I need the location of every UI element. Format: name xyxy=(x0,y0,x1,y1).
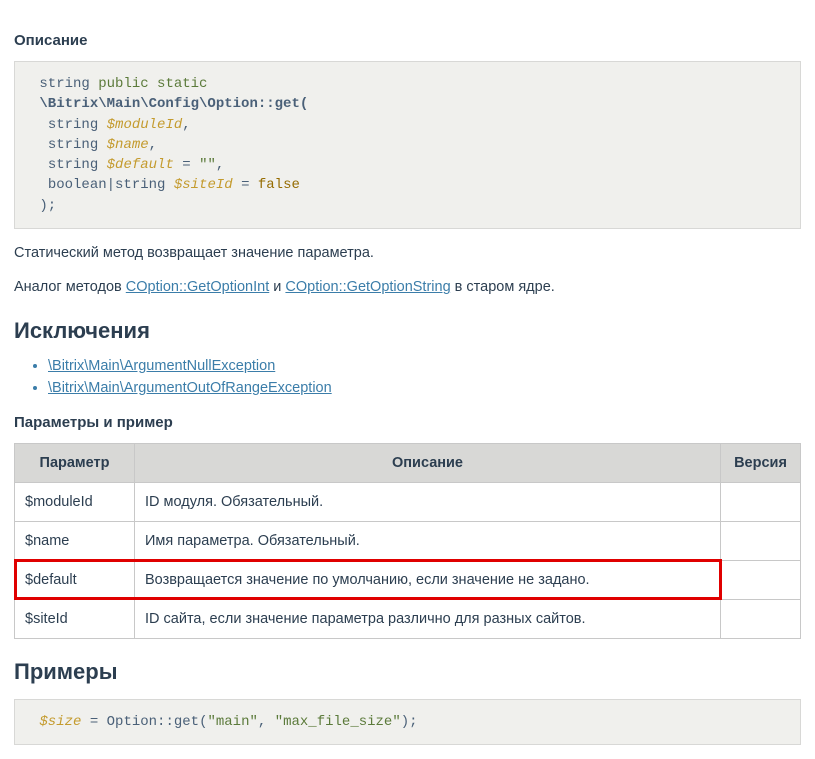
param-name-cell: $siteId xyxy=(15,599,135,638)
ex-eq: = xyxy=(81,714,106,730)
params-table-wrap: Параметр Описание Версия $moduleIdID мод… xyxy=(14,443,801,639)
param-name-cell: $default xyxy=(15,560,135,599)
sig-p2-type: string xyxy=(48,137,98,153)
sig-method: \Bitrix\Main\Config\Option::get( xyxy=(39,96,308,112)
sig-p1-type: string xyxy=(48,117,98,133)
heading-description: Описание xyxy=(14,32,801,49)
sig-eq: = xyxy=(241,177,249,193)
param-version-cell xyxy=(721,482,801,521)
sig-p4-name: $siteId xyxy=(174,177,233,193)
sig-p3-type: string xyxy=(48,157,98,173)
heading-examples: Примеры xyxy=(14,659,801,685)
exception-item: \Bitrix\Main\ArgumentNullException xyxy=(48,358,801,374)
table-row: $nameИмя параметра. Обязательный. xyxy=(15,521,801,560)
sig-p3-name: $default xyxy=(107,157,174,173)
sig-p2-name: $name xyxy=(107,137,149,153)
table-row: $siteIdID сайта, если значение параметра… xyxy=(15,599,801,638)
ex-arg2: "max_file_size" xyxy=(275,714,401,730)
sig-p1-name: $moduleId xyxy=(107,117,183,133)
th-param: Параметр xyxy=(15,443,135,482)
description-paragraph-2: Аналог методов COption::GetOptionInt и C… xyxy=(14,277,801,297)
heading-params: Параметры и пример xyxy=(14,414,801,431)
ex-var: $size xyxy=(39,714,81,730)
param-desc-cell: Имя параметра. Обязательный. xyxy=(135,521,721,560)
sig-eq: = xyxy=(182,157,190,173)
link-coption-getoptionint[interactable]: COption::GetOptionInt xyxy=(126,279,269,295)
example-code-block: $size = Option::get("main", "max_file_si… xyxy=(14,699,801,745)
param-desc-cell: Возвращается значение по умолчанию, если… xyxy=(135,560,721,599)
ex-comma: , xyxy=(258,714,275,730)
signature-code-block: string public static \Bitrix\Main\Config… xyxy=(14,61,801,229)
table-row: $defaultВозвращается значение по умолчан… xyxy=(15,560,801,599)
heading-exceptions: Исключения xyxy=(14,318,801,344)
table-header-row: Параметр Описание Версия xyxy=(15,443,801,482)
param-desc-cell: ID сайта, если значение параметра различ… xyxy=(135,599,721,638)
sig-comma: , xyxy=(149,137,157,153)
th-version: Версия xyxy=(721,443,801,482)
link-coption-getoptionstring[interactable]: COption::GetOptionString xyxy=(285,279,450,295)
param-desc-cell: ID модуля. Обязательный. xyxy=(135,482,721,521)
param-version-cell xyxy=(721,560,801,599)
ex-arg1: "main" xyxy=(207,714,257,730)
sig-mods: public static xyxy=(98,76,207,92)
exception-item: \Bitrix\Main\ArgumentOutOfRangeException xyxy=(48,380,801,396)
exceptions-list: \Bitrix\Main\ArgumentNullException \Bitr… xyxy=(14,358,801,396)
sig-p3-default: "" xyxy=(199,157,216,173)
param-name-cell: $moduleId xyxy=(15,482,135,521)
text: в старом ядре. xyxy=(451,279,555,295)
text: Аналог методов xyxy=(14,279,126,295)
sig-comma: , xyxy=(182,117,190,133)
description-paragraph-1: Статический метод возвращает значение па… xyxy=(14,243,801,263)
ex-call: Option::get xyxy=(107,714,199,730)
th-desc: Описание xyxy=(135,443,721,482)
link-argumentoutofrange[interactable]: \Bitrix\Main\ArgumentOutOfRangeException xyxy=(48,380,332,396)
sig-p4-type: boolean|string xyxy=(48,177,166,193)
link-argumentnull[interactable]: \Bitrix\Main\ArgumentNullException xyxy=(48,358,275,374)
sig-comma: , xyxy=(216,157,224,173)
params-table: Параметр Описание Версия $moduleIdID мод… xyxy=(14,443,801,639)
sig-close: ); xyxy=(39,198,56,214)
param-version-cell xyxy=(721,599,801,638)
sig-ret-type: string xyxy=(39,76,89,92)
ex-close: ); xyxy=(401,714,418,730)
param-name-cell: $name xyxy=(15,521,135,560)
text: и xyxy=(269,279,285,295)
table-row: $moduleIdID модуля. Обязательный. xyxy=(15,482,801,521)
param-version-cell xyxy=(721,521,801,560)
sig-p4-default: false xyxy=(258,177,300,193)
